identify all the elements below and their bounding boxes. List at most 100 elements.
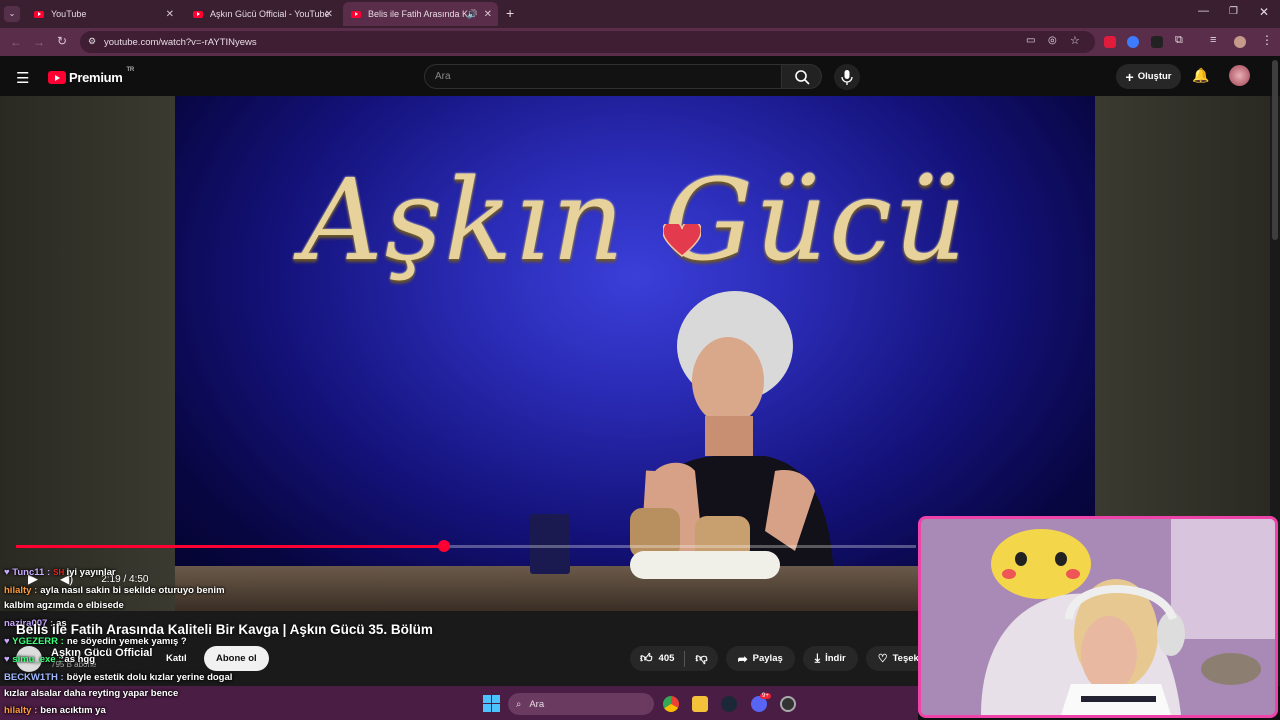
tab-askin-gucu-channel[interactable]: Aşkın Gücü Official - YouTube ✕ [185, 2, 339, 26]
video-actions: 👍︎ 405 👎︎ ➦ Paylaş ⤓ İndir ♡ Teşekkür [630, 646, 924, 671]
tab-label: Aşkın Gücü Official - YouTube [210, 9, 330, 19]
url-text: youtube.com/watch?v=-rAYTINyews [104, 36, 257, 48]
youtube-favicon-icon [34, 10, 44, 18]
address-bar[interactable]: ⚙ youtube.com/watch?v=-rAYTINyews ▭ ◎ ☆ [80, 31, 1095, 53]
site-info-icon[interactable]: ⚙ [88, 36, 96, 47]
youtube-logo-icon [48, 71, 66, 84]
logo-text: Premium [69, 70, 123, 85]
chat-text: ayla nasıl sakin bi sekilde oturuyo beni… [40, 585, 225, 596]
search-input[interactable]: Ara [424, 64, 782, 89]
account-avatar[interactable] [1229, 65, 1250, 86]
tab-label: YouTube [51, 9, 87, 19]
voice-search-button[interactable] [834, 64, 860, 90]
share-label: Paylaş [752, 653, 783, 664]
show-title-graphic: Aşkın Gücü [301, 156, 969, 286]
browser-menu-icon[interactable]: ⋮ [1261, 33, 1273, 47]
close-tab-icon[interactable]: ✕ [484, 9, 492, 20]
file-explorer-taskbar-icon[interactable] [692, 696, 708, 712]
steam-taskbar-icon[interactable] [721, 696, 737, 712]
like-button[interactable]: 👍︎ 405 👎︎ [630, 646, 718, 671]
chat-message: hilalty : ben acıktım ya [4, 705, 106, 716]
speaker-icon[interactable]: 🔊 [467, 9, 478, 20]
youtube-premium-logo[interactable]: Premium TR [48, 66, 135, 85]
chat-message: hilalty : ayla nasıl sakin bi sekilde otu… [4, 585, 225, 596]
search-placeholder: Ara [435, 71, 451, 82]
heart-icon [663, 224, 701, 257]
browser-toolbar: ← → ↻ ⚙ youtube.com/watch?v=-rAYTINyews … [0, 28, 1280, 56]
chat-message-continued: kızlar alsalar daha reyting yapar bence [4, 688, 178, 699]
youtube-favicon-icon [193, 10, 203, 18]
search-icon: ⌕ [516, 698, 522, 710]
minimize-icon[interactable]: — [1198, 5, 1209, 17]
create-button[interactable]: + Oluştur [1116, 64, 1181, 89]
close-tab-icon[interactable]: ✕ [325, 9, 333, 20]
streamer-webcam [918, 516, 1278, 718]
chat-text: as hgg [64, 654, 96, 665]
chat-message: ♥ simu_exe : as hgg [4, 654, 96, 665]
youtube-header: ☰ Premium TR Ara + Oluştur 🔔 [0, 56, 1280, 96]
extension-audio-icon[interactable] [1127, 36, 1139, 48]
plus-icon: + [1125, 68, 1134, 85]
scrubber-handle[interactable] [437, 540, 450, 552]
video-progress-bar[interactable] [16, 540, 916, 552]
chat-user: hilalty : [4, 705, 38, 716]
chat-user: hilalty : [4, 585, 38, 596]
restore-icon[interactable]: ❐ [1229, 6, 1238, 17]
chat-text: böyle estetik dolu kızlar yerine dogal [66, 672, 233, 683]
flowers-image [630, 551, 780, 579]
discord-badge: 9+ [760, 693, 771, 699]
windows-start-icon[interactable] [483, 695, 500, 712]
notifications-bell-icon[interactable]: 🔔 [1192, 67, 1209, 84]
thanks-button[interactable]: ♡ Teşekkür [865, 646, 924, 671]
forward-icon[interactable]: → [33, 35, 45, 49]
profile-avatar-icon[interactable] [1234, 36, 1246, 48]
tab-search-icon[interactable]: ⌄ [4, 6, 20, 22]
chat-user: simu_exe : [12, 654, 62, 665]
reload-icon[interactable]: ↻ [57, 34, 67, 48]
subscribe-label: Abone ol [216, 653, 257, 664]
close-tab-icon[interactable]: ✕ [166, 9, 174, 20]
search-icon [795, 70, 810, 85]
mug-image [530, 514, 570, 574]
share-button[interactable]: ➦ Paylaş [725, 646, 795, 671]
new-tab-icon[interactable]: + [506, 5, 514, 21]
close-window-icon[interactable]: ✕ [1259, 5, 1269, 19]
webcam-feed-image [921, 519, 1275, 715]
chat-user: BECKW1TH : [4, 672, 64, 683]
subscribe-button[interactable]: Abone ol [204, 646, 269, 671]
search-button[interactable] [781, 64, 822, 89]
chat-message: ♥ Tunc11 : SH iyi yayınlar [4, 567, 116, 578]
share-arrow-icon: ➦ [737, 651, 748, 666]
progress-fill [16, 545, 444, 548]
join-label: Katıl [166, 653, 187, 664]
extension-red-icon[interactable] [1104, 36, 1116, 48]
chat-message-continued: kalbim agzımda o elbisede [4, 600, 124, 611]
back-icon[interactable]: ← [10, 35, 22, 49]
hamburger-menu-icon[interactable]: ☰ [16, 69, 29, 87]
thumbs-down-icon[interactable]: 👎︎ [695, 651, 707, 666]
join-button[interactable]: Katıl [160, 646, 193, 671]
obs-taskbar-icon[interactable] [780, 696, 796, 712]
thumbs-up-icon: 👍︎ [640, 651, 653, 665]
extensions-puzzle-icon[interactable]: ⧉ [1175, 34, 1183, 47]
video-title: Belis ile Fatih Arasında Kaliteli Bir Ka… [16, 622, 433, 637]
reading-list-icon[interactable]: ≡ [1210, 34, 1216, 46]
tab-youtube[interactable]: YouTube ✕ [26, 2, 180, 26]
divider [684, 650, 686, 667]
eye-off-icon[interactable]: ◎ [1048, 35, 1057, 46]
download-button[interactable]: ⤓ İndir [802, 646, 858, 671]
cast-icon[interactable]: ▭ [1026, 35, 1035, 46]
taskbar-search-input[interactable]: ⌕ Ara [508, 693, 654, 715]
download-label: İndir [825, 653, 846, 664]
tab-label: Belis ile Fatih Arasında Kalit [368, 9, 468, 19]
chrome-taskbar-icon[interactable] [663, 696, 679, 712]
browser-tabbar: ⌄ YouTube ✕ Aşkın Gücü Official - YouTub… [0, 0, 1280, 28]
tab-current-video[interactable]: Belis ile Fatih Arasında Kalit 🔊 ✕ [343, 2, 498, 26]
extension-dark-icon[interactable] [1151, 36, 1163, 48]
youtube-favicon-icon [351, 10, 361, 18]
download-icon: ⤓ [814, 651, 821, 665]
region-code: TR [126, 66, 135, 73]
taskbar-search-placeholder: Ara [529, 698, 545, 710]
page-scrollbar[interactable] [1272, 60, 1278, 240]
bookmark-star-icon[interactable]: ☆ [1070, 34, 1080, 47]
